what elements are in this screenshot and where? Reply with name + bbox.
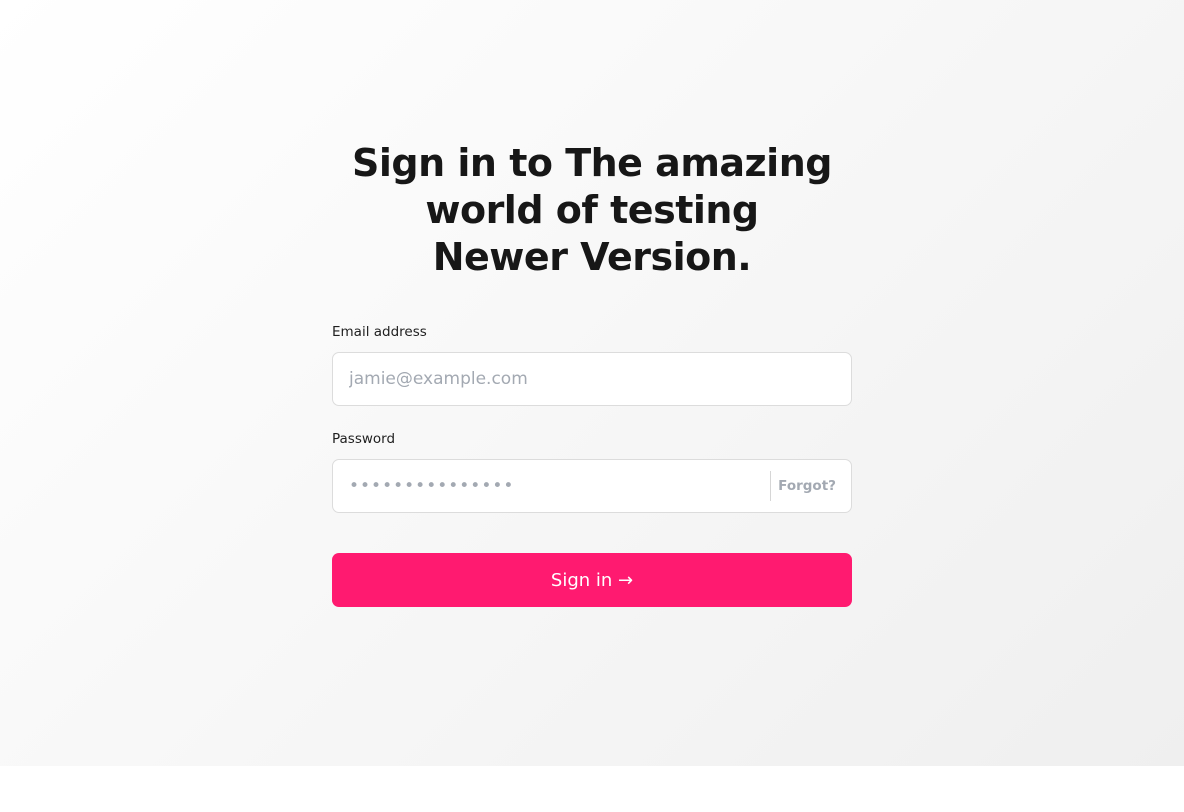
login-page: Sign in to The amazing world of testing … (0, 0, 1184, 766)
forgot-password-link[interactable]: Forgot? (778, 478, 836, 494)
password-input[interactable] (333, 460, 770, 512)
email-field[interactable] (332, 352, 852, 406)
page-title: Sign in to The amazing world of testing … (352, 141, 832, 279)
sign-in-button[interactable]: Sign in → (332, 553, 852, 607)
password-field[interactable]: Forgot? (332, 459, 852, 513)
password-label: Password (332, 431, 396, 447)
email-input[interactable] (333, 353, 851, 405)
email-label: Email address (332, 324, 427, 340)
password-divider (770, 471, 771, 501)
